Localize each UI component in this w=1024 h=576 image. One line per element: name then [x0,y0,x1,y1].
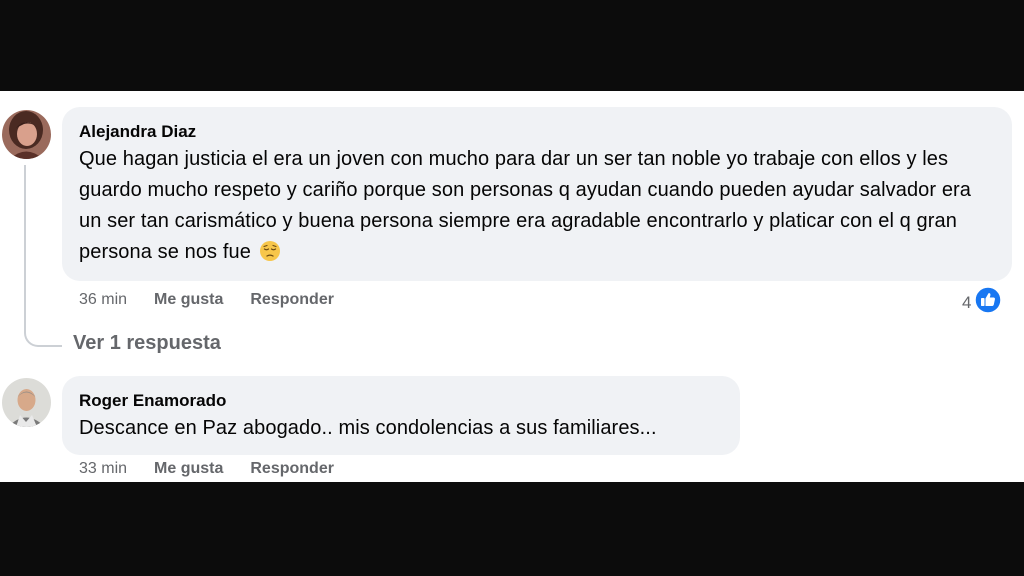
comment-bubble: Roger Enamorado Descance en Paz abogado.… [62,376,740,455]
pensive-face-icon [259,240,281,262]
avatar[interactable] [2,110,51,159]
comment-actions: 36 min Me gusta Responder [79,291,361,309]
like-button[interactable]: Me gusta [154,460,223,478]
comment-timestamp[interactable]: 33 min [79,460,127,478]
reaction-count: 4 [962,292,972,312]
profile-photo-icon [2,378,51,427]
comment-actions: 33 min Me gusta Responder [79,460,361,478]
view-replies-link[interactable]: Ver 1 respuesta [73,332,221,355]
reply-button[interactable]: Responder [250,460,334,478]
comment-body: Que hagan justicia el era un joven con m… [79,148,972,263]
comment-text: Que hagan justicia el era un joven con m… [79,144,995,268]
comment-text: Descance en Paz abogado.. mis condolenci… [79,417,657,439]
comment-author[interactable]: Roger Enamorado [79,390,723,412]
letterbox-top [0,0,1024,91]
like-thumb-icon [974,286,1003,319]
comment-author[interactable]: Alejandra Diaz [79,121,995,143]
profile-photo-icon [2,110,51,159]
like-button[interactable]: Me gusta [154,291,223,309]
reply-button[interactable]: Responder [250,291,334,309]
comment-bubble: Alejandra Diaz Que hagan justicia el era… [62,107,1012,281]
letterbox-bottom [0,482,1024,576]
reaction-summary[interactable]: 4 [962,286,1003,319]
comment-timestamp[interactable]: 36 min [79,291,127,309]
avatar[interactable] [2,378,51,427]
reply-thread-line [24,165,62,347]
